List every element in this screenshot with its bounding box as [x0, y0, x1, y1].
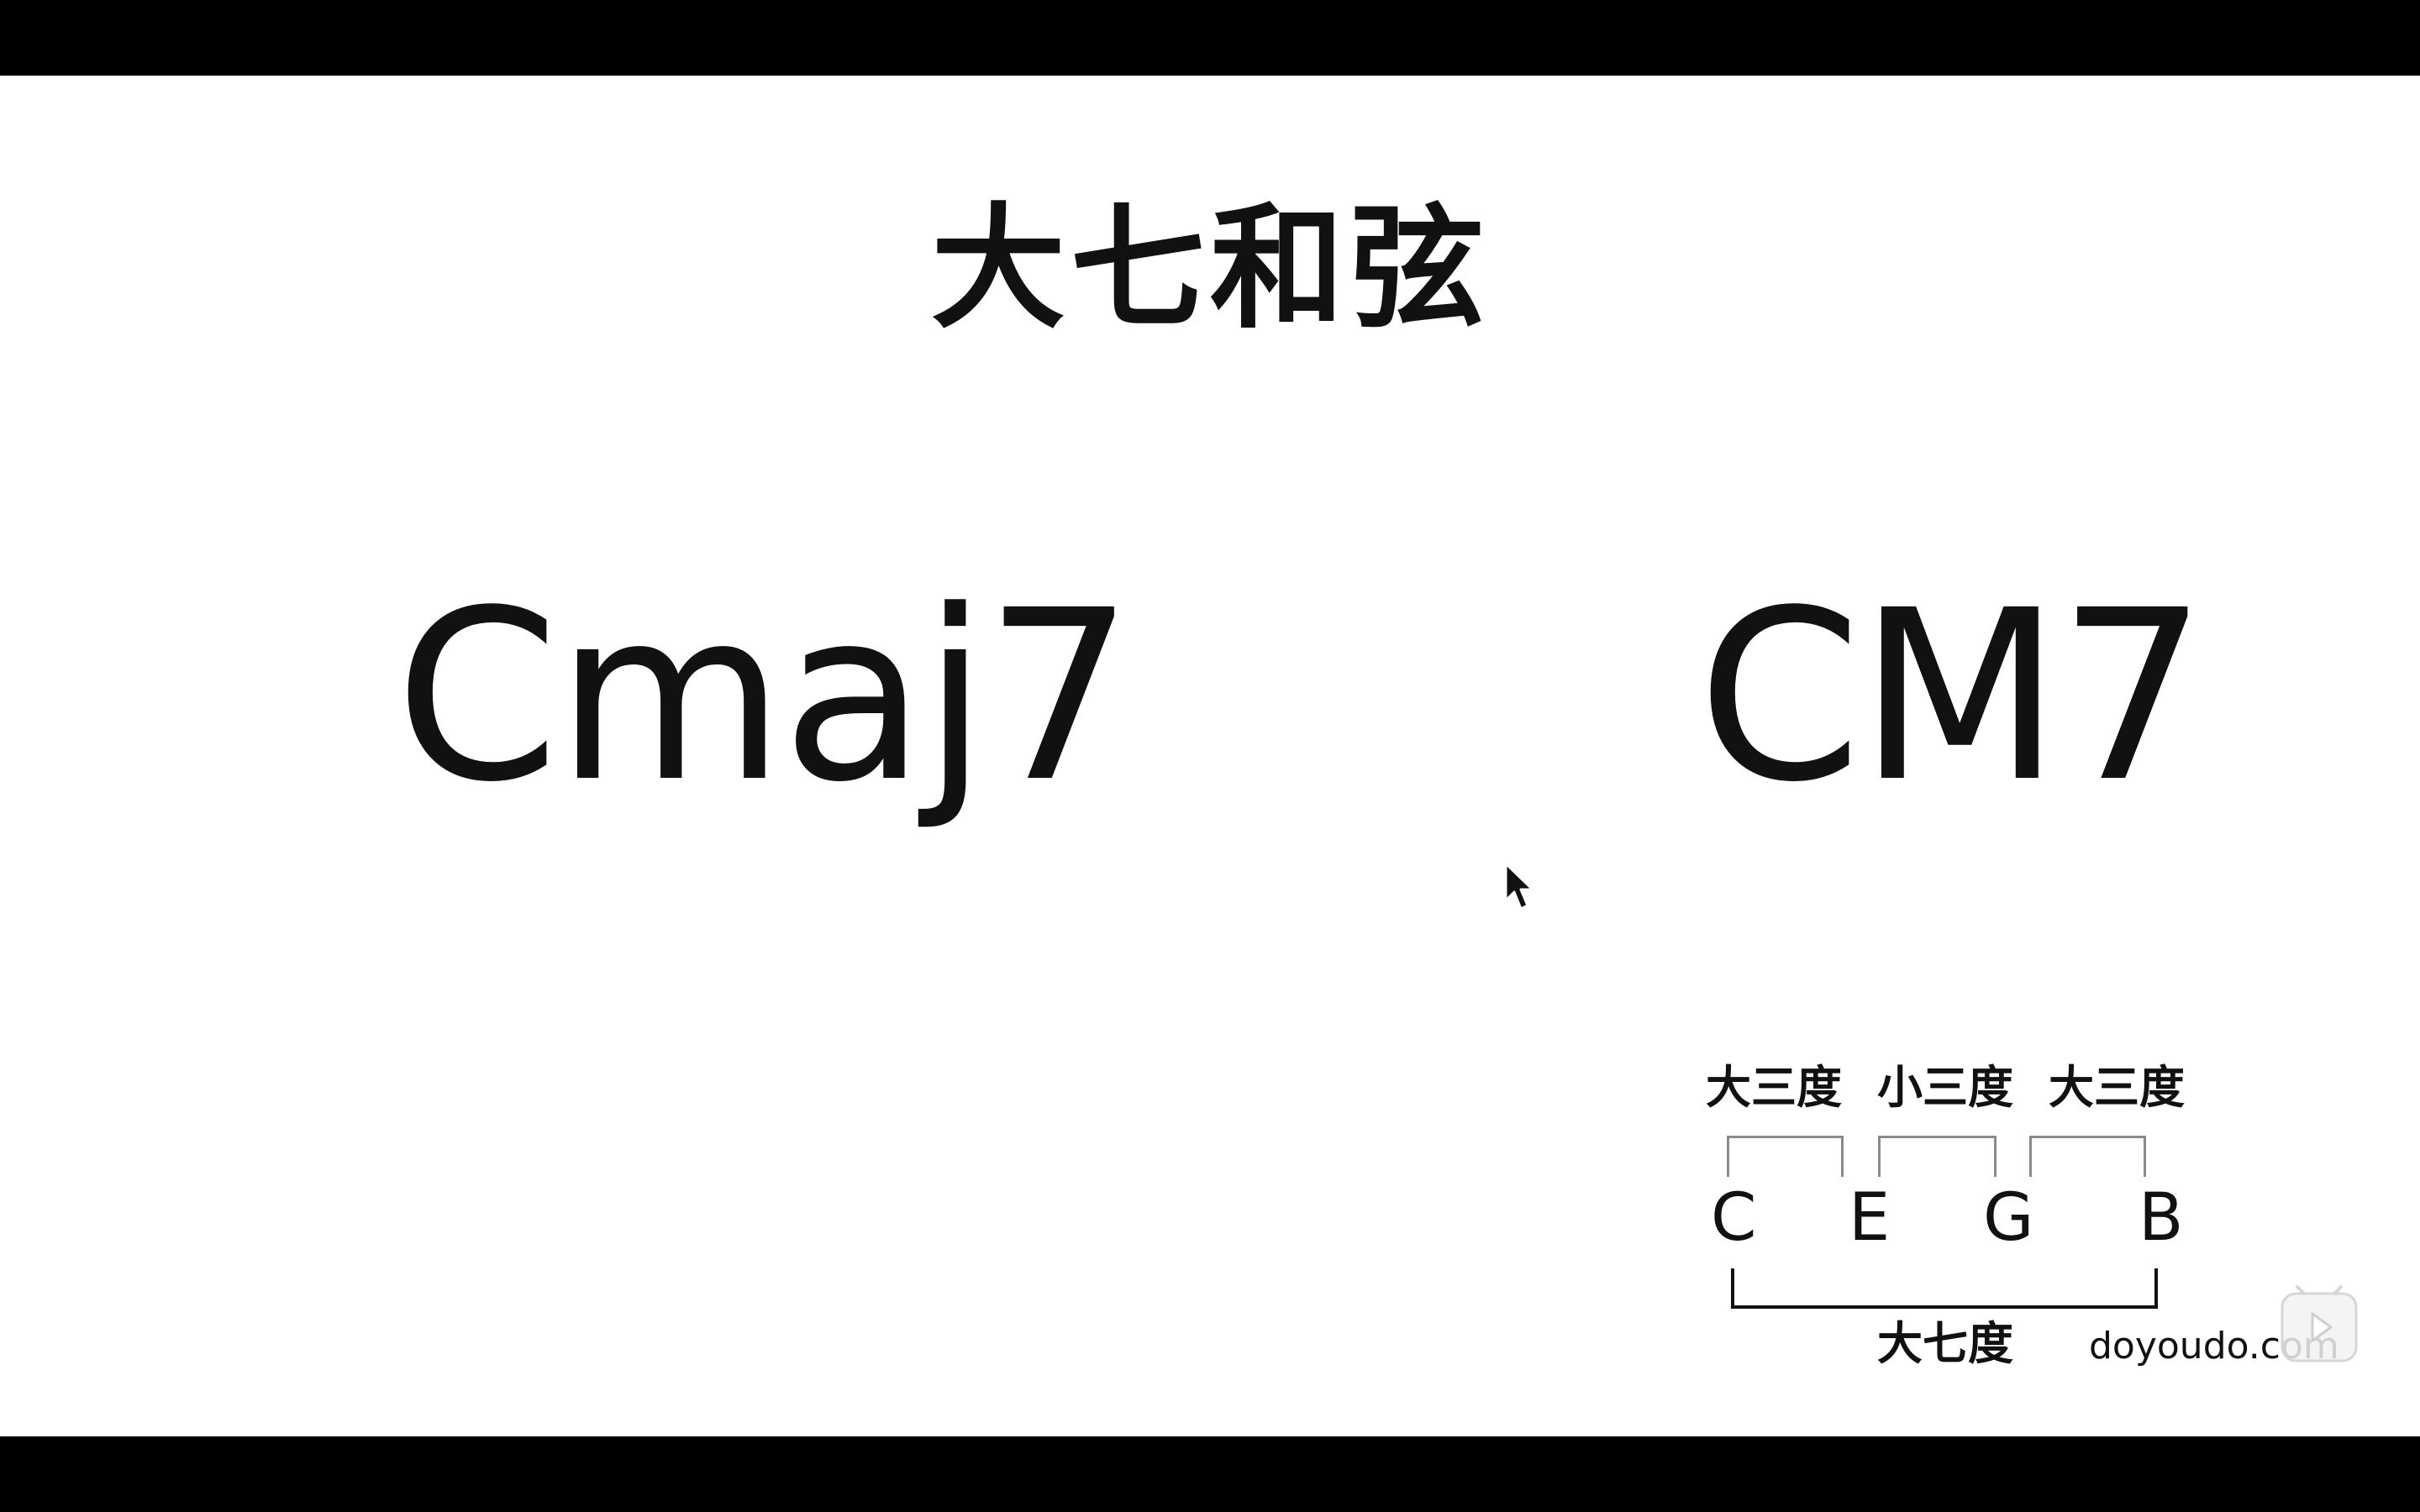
- interval-bracket-3: [2029, 1136, 2146, 1177]
- interval-label-bottom: 大七度: [1877, 1317, 2013, 1370]
- play-badge-icon: [2279, 1285, 2360, 1366]
- interval-bracket-2: [1878, 1136, 1996, 1177]
- interval-bracket-1: [1727, 1136, 1844, 1177]
- note-label: B: [2139, 1180, 2184, 1256]
- letterbox-top: [0, 0, 2420, 76]
- note-label: C: [1711, 1180, 1757, 1256]
- interval-label: 小三度: [1877, 1061, 2013, 1114]
- letterbox-bottom: [0, 1436, 2420, 1512]
- slide: 大七和弦 Cmaj7 CM7 大三度 小三度 大三度 C E G B 大七度 d…: [0, 76, 2420, 1436]
- slide-title: 大七和弦: [930, 190, 1489, 347]
- note-label: E: [1849, 1180, 1891, 1256]
- seventh-bracket: [1731, 1268, 2158, 1309]
- interval-label: 大三度: [1706, 1061, 1842, 1114]
- chord-name-short: CM7: [1697, 560, 2207, 834]
- interval-label: 大三度: [2049, 1061, 2185, 1114]
- video-frame: 大七和弦 Cmaj7 CM7 大三度 小三度 大三度 C E G B 大七度 d…: [0, 0, 2420, 1512]
- note-label: G: [1983, 1180, 2034, 1256]
- chord-name-long: Cmaj7: [395, 560, 1134, 834]
- mouse-pointer-icon: [1502, 862, 1536, 912]
- interval-labels-top: 大三度 小三度 大三度: [1706, 1058, 2185, 1117]
